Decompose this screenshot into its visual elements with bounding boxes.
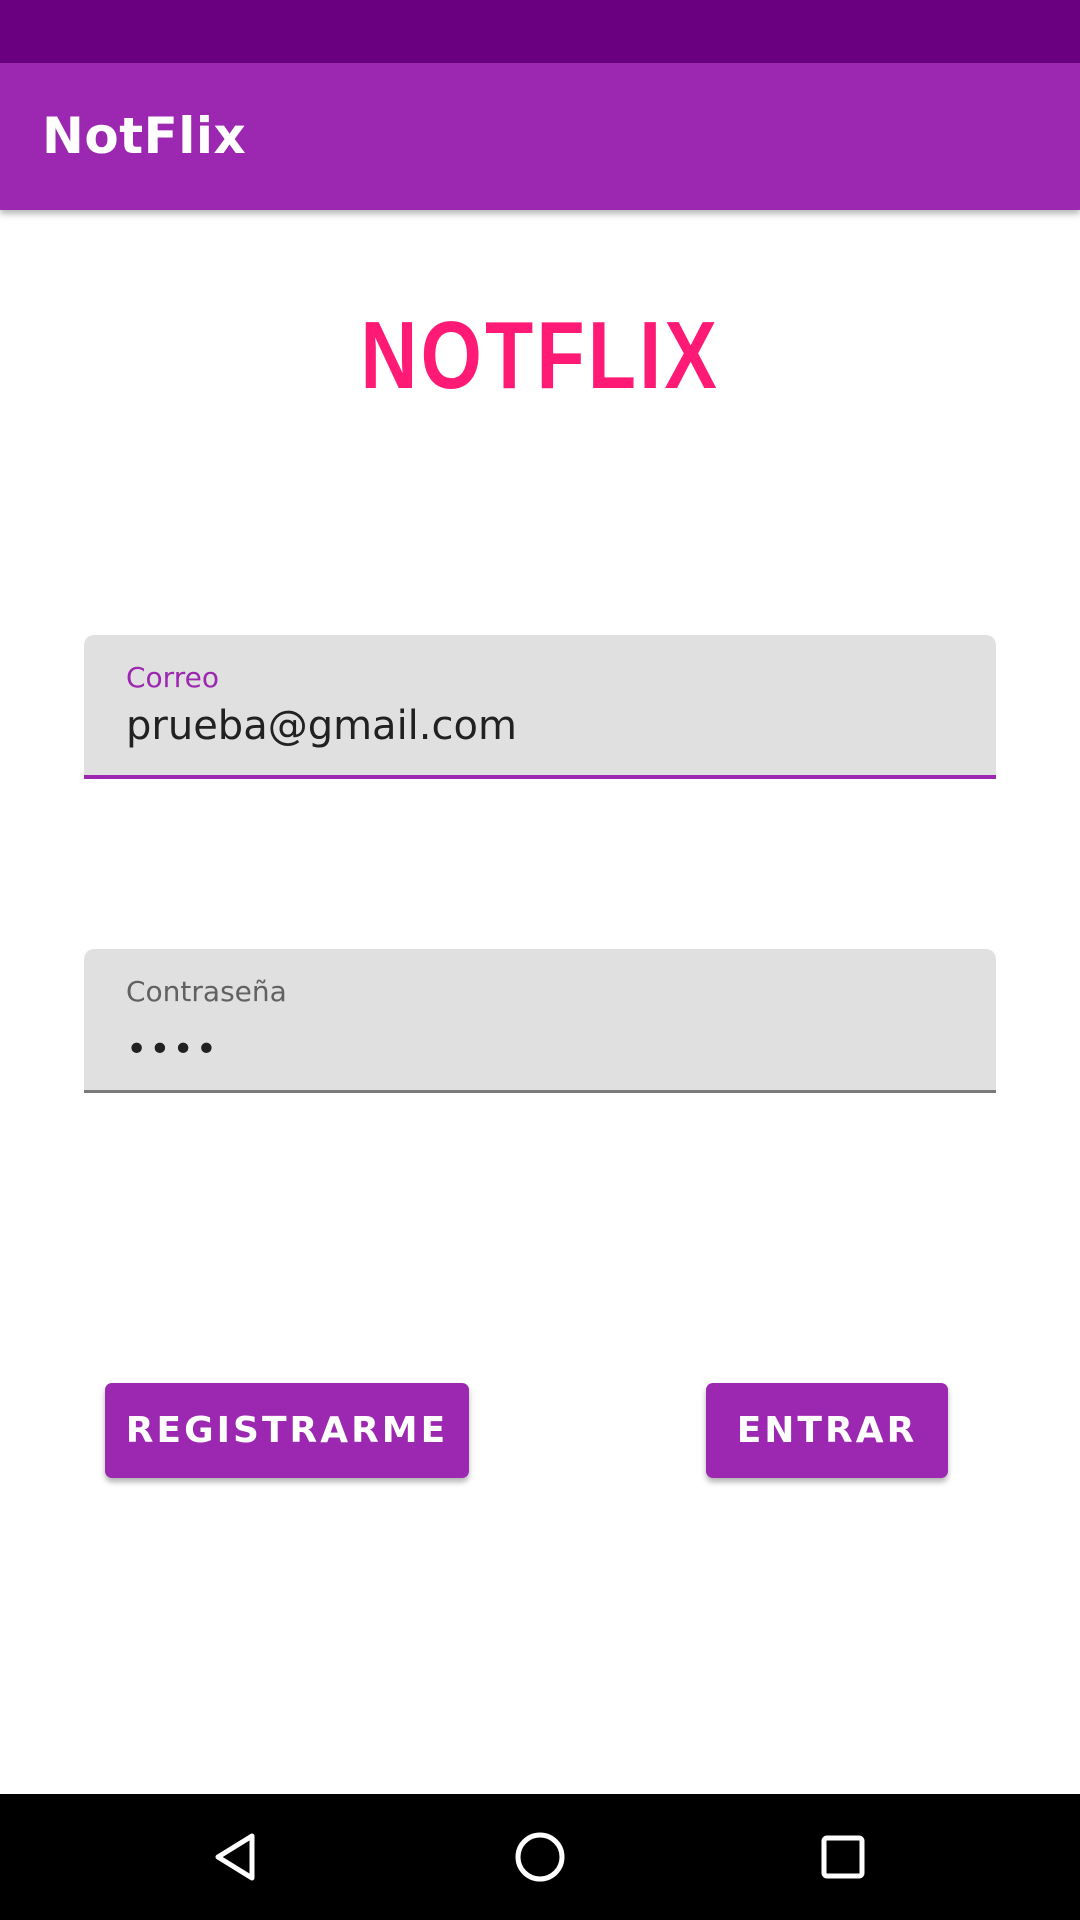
email-input-value[interactable]: prueba@gmail.com	[126, 703, 517, 749]
login-button[interactable]: ENTRAR	[706, 1383, 948, 1478]
login-screen: NotFlix NOTFLIX Correo prueba@gmail.com …	[0, 0, 1080, 1920]
app-bar: NotFlix	[0, 63, 1080, 210]
notflix-logo: NOTFLIX	[0, 308, 1080, 404]
email-field-label: Correo	[126, 661, 219, 694]
register-button[interactable]: REGISTRARME	[105, 1383, 469, 1478]
password-field[interactable]: Contraseña ••••	[84, 949, 996, 1093]
recents-icon[interactable]	[810, 1824, 876, 1890]
navigation-bar	[0, 1794, 1080, 1920]
logo-text: NOTFLIX	[360, 302, 720, 409]
status-bar	[0, 0, 1080, 63]
back-icon[interactable]	[203, 1824, 269, 1890]
password-field-label: Contraseña	[126, 975, 287, 1008]
home-icon[interactable]	[507, 1824, 573, 1890]
email-field[interactable]: Correo prueba@gmail.com	[84, 635, 996, 779]
password-input-value[interactable]: ••••	[126, 1029, 219, 1070]
app-title: NotFlix	[42, 107, 247, 165]
